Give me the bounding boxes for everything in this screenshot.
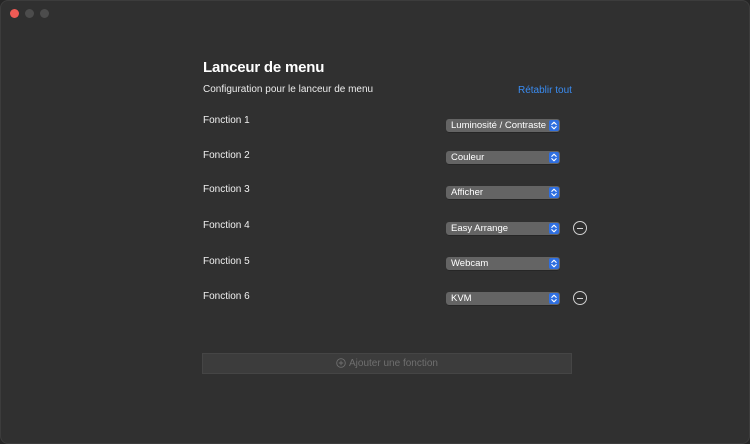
plus-circle-icon: [336, 356, 346, 375]
remove-function-4-button[interactable]: [573, 221, 587, 235]
function-5-value: Webcam: [451, 258, 489, 269]
function-3-label: Fonction 3: [203, 184, 250, 195]
function-4-label: Fonction 4: [203, 220, 250, 231]
chevron-updown-icon: [549, 223, 559, 234]
minus-icon: [577, 297, 583, 299]
chevron-updown-icon: [549, 293, 559, 304]
minus-icon: [577, 227, 583, 229]
function-1-value: Luminosité / Contraste: [451, 120, 547, 131]
function-2-value: Couleur: [451, 152, 485, 163]
remove-function-6-button[interactable]: [573, 291, 587, 305]
chevron-updown-icon: [549, 152, 559, 163]
function-5-select[interactable]: Webcam: [446, 257, 560, 270]
close-window-button[interactable]: [10, 9, 19, 18]
function-6-label: Fonction 6: [203, 291, 250, 302]
chevron-updown-icon: [549, 120, 559, 131]
chevron-updown-icon: [549, 187, 559, 198]
function-3-value: Afficher: [451, 187, 484, 198]
function-5-label: Fonction 5: [203, 256, 250, 267]
function-4-value: Easy Arrange: [451, 223, 509, 234]
page-title: Lanceur de menu: [203, 59, 325, 76]
add-function-label: Ajouter une fonction: [349, 358, 438, 369]
app-window: Lanceur de menu Configuration pour le la…: [0, 0, 750, 444]
function-6-select[interactable]: KVM: [446, 292, 560, 305]
function-3-select[interactable]: Afficher: [446, 186, 560, 199]
function-1-label: Fonction 1: [203, 115, 250, 126]
minimize-window-button[interactable]: [25, 9, 34, 18]
function-2-select[interactable]: Couleur: [446, 151, 560, 164]
reset-all-link[interactable]: Rétablir tout: [518, 85, 572, 96]
add-function-button[interactable]: Ajouter une fonction: [202, 353, 572, 374]
window-controls: [10, 9, 49, 18]
function-2-label: Fonction 2: [203, 150, 250, 161]
add-function-content: Ajouter une fonction: [203, 354, 571, 375]
chevron-updown-icon: [549, 258, 559, 269]
page-subtitle: Configuration pour le lanceur de menu: [203, 84, 374, 95]
maximize-window-button[interactable]: [40, 9, 49, 18]
function-6-value: KVM: [451, 293, 472, 304]
function-4-select[interactable]: Easy Arrange: [446, 222, 560, 235]
function-1-select[interactable]: Luminosité / Contraste: [446, 119, 560, 132]
